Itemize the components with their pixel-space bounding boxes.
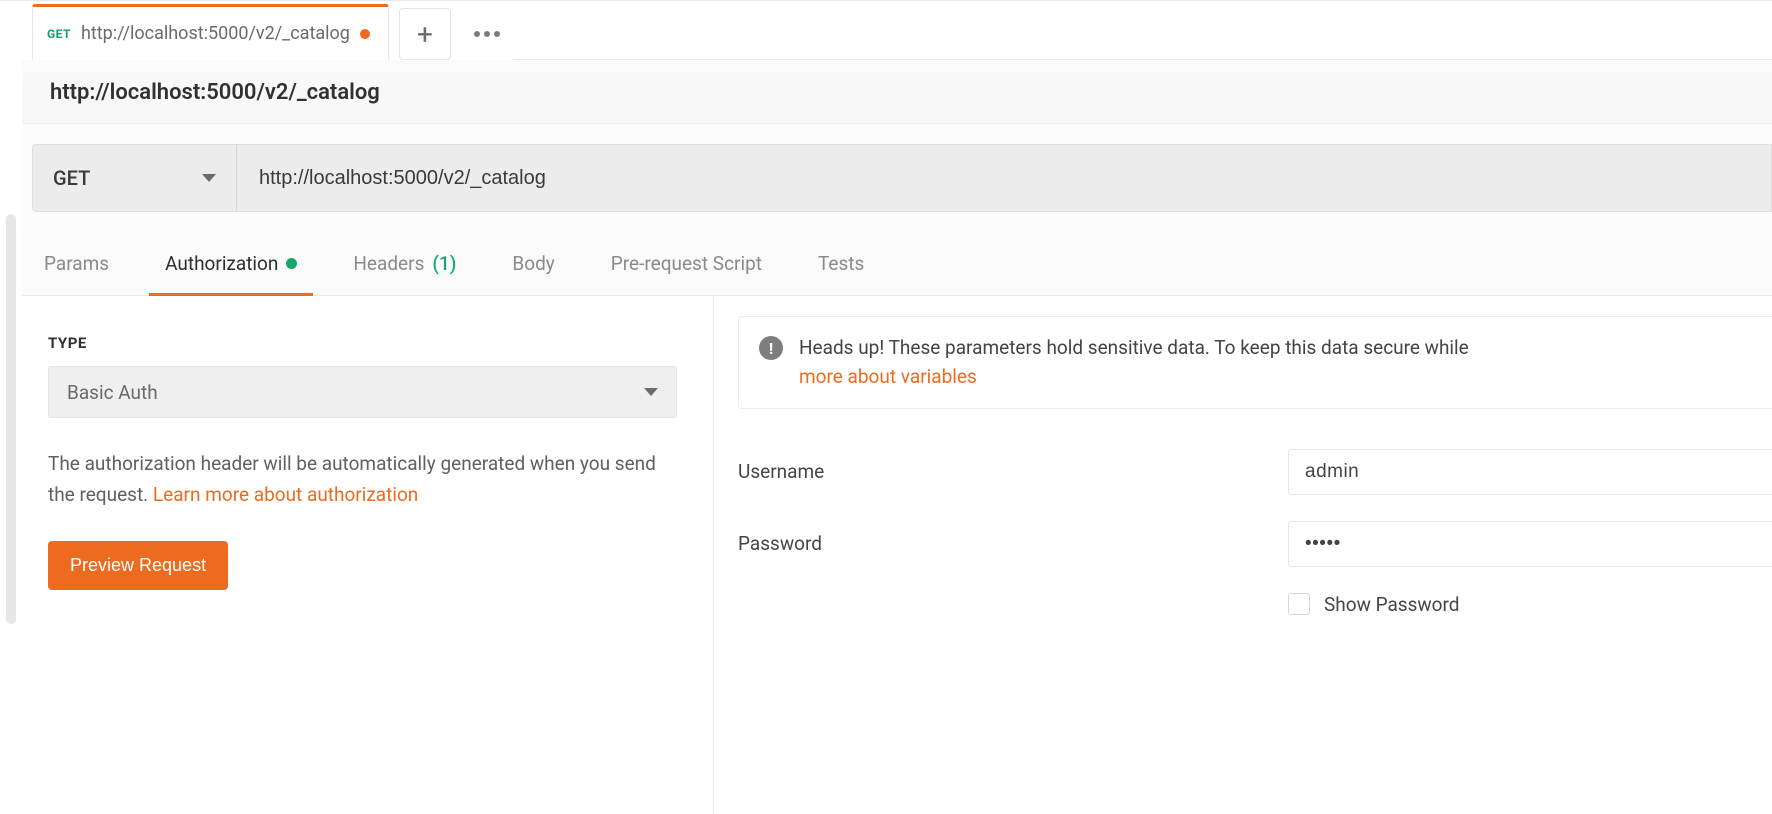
username-row: Username (738, 449, 1772, 495)
ellipsis-icon (474, 31, 500, 37)
sidebar-collapsed-gutter (0, 4, 22, 814)
tab-method-badge: GET (47, 27, 71, 41)
exclamation-icon: ! (759, 336, 783, 360)
show-password-row: Show Password (1288, 593, 1772, 616)
tab-label: Authorization (165, 252, 278, 275)
tab-body[interactable]: Body (506, 232, 560, 295)
auth-type-panel: TYPE Basic Auth The authorization header… (22, 296, 714, 814)
tab-params[interactable]: Params (38, 232, 115, 295)
tab-label: Body (512, 252, 554, 275)
http-method-select[interactable]: GET (32, 144, 237, 212)
tab-prerequest-script[interactable]: Pre-request Script (605, 232, 768, 295)
auth-help-text: The authorization header will be automat… (48, 448, 677, 511)
request-subtabs: Params Authorization Headers (1) Body Pr… (22, 232, 1772, 296)
new-tab-button[interactable]: + (399, 8, 451, 60)
sensitive-data-alert: ! Heads up! These parameters hold sensit… (738, 316, 1772, 409)
preview-request-button[interactable]: Preview Request (48, 541, 228, 590)
more-about-variables-link[interactable]: more about variables (799, 365, 977, 388)
show-password-label: Show Password (1324, 593, 1460, 616)
auth-type-select[interactable]: Basic Auth (48, 366, 677, 418)
learn-more-authorization-link[interactable]: Learn more about authorization (153, 483, 418, 506)
http-method-label: GET (53, 166, 90, 190)
chevron-down-icon (644, 388, 658, 396)
auth-form-panel: ! Heads up! These parameters hold sensit… (714, 296, 1772, 814)
username-input[interactable] (1288, 449, 1772, 495)
plus-icon: + (417, 18, 433, 51)
show-password-checkbox[interactable] (1288, 593, 1310, 615)
request-url-input[interactable] (237, 144, 1772, 212)
tab-headers[interactable]: Headers (1) (347, 232, 462, 295)
auth-type-heading: TYPE (48, 334, 677, 352)
request-tabs-strip: GET http://localhost:5000/v2/_catalog + (22, 4, 1772, 60)
tab-dirty-indicator-icon (360, 29, 370, 39)
request-name[interactable]: http://localhost:5000/v2/_catalog (22, 60, 1772, 124)
tab-label: Params (44, 252, 109, 275)
alert-text-body: Heads up! These parameters hold sensitiv… (799, 336, 1469, 359)
chevron-down-icon (202, 174, 216, 182)
active-indicator-icon (286, 258, 297, 269)
tab-strip-spacer (513, 4, 1772, 60)
sidebar-toggle-handle[interactable] (6, 214, 16, 624)
password-label: Password (738, 532, 1288, 555)
auth-type-value: Basic Auth (67, 381, 158, 404)
tab-authorization[interactable]: Authorization (159, 232, 303, 295)
password-input[interactable] (1288, 521, 1772, 567)
tab-tests[interactable]: Tests (812, 232, 870, 295)
request-tab-active[interactable]: GET http://localhost:5000/v2/_catalog (32, 4, 389, 60)
tab-actions-button[interactable] (461, 8, 513, 60)
request-url-bar: GET (22, 124, 1772, 232)
tab-label: Headers (353, 252, 424, 275)
username-label: Username (738, 460, 1288, 483)
tab-label: Tests (818, 252, 864, 275)
tab-title: http://localhost:5000/v2/_catalog (81, 23, 350, 44)
tab-label: Pre-request Script (611, 252, 762, 275)
password-row: Password (738, 521, 1772, 567)
headers-count: (1) (432, 252, 456, 275)
